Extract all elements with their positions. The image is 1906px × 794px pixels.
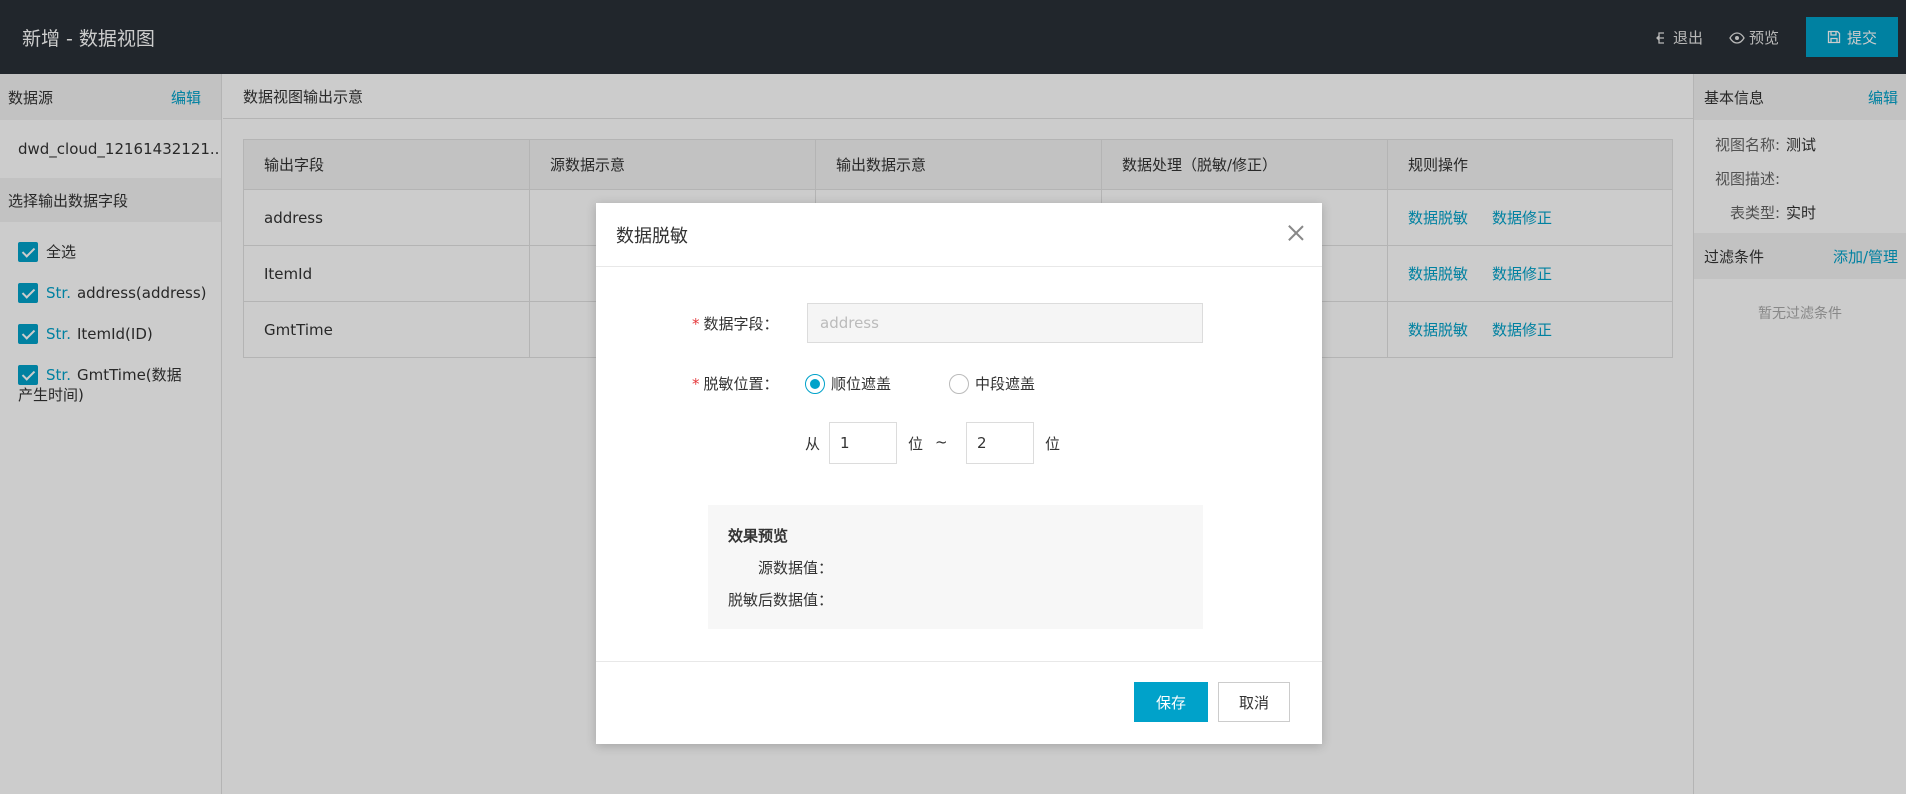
data-field-input[interactable]: address [807,303,1203,343]
field-label: * 数据字段： [692,313,779,334]
radio-middle-mask[interactable]: 中段遮盖 [949,373,1035,394]
mask-dialog: 数据脱敏 * 数据字段： address * 脱敏位置： 顺位遮盖 中段遮盖 从 1… [596,203,1322,744]
source-value-label: 源数据值： [758,559,834,577]
close-icon[interactable] [1286,223,1306,243]
from-input[interactable]: 1 [829,422,897,464]
position-label: * 脱敏位置： [692,373,779,394]
radio-unchecked-icon[interactable] [949,373,969,394]
preview-title: 效果预览 [728,527,789,545]
position-label-text: 脱敏位置： [703,375,779,393]
radio-prefix-mask[interactable]: 顺位遮盖 [805,373,891,394]
preview-box: 效果预览 源数据值： 脱敏后数据值： [708,505,1203,629]
dialog-title: 数据脱敏 [616,225,688,247]
radio-middle-label: 中段遮盖 [975,375,1036,393]
dialog-header: 数据脱敏 [596,203,1322,267]
cancel-button[interactable]: 取消 [1218,682,1290,722]
from-label: 从 [805,435,821,453]
range-tilde: ~ [935,433,948,451]
field-label-text: 数据字段： [703,315,779,333]
masked-value-label: 脱敏后数据值： [728,591,834,609]
required-mark: * [692,375,700,393]
radio-prefix-label: 顺位遮盖 [831,375,892,393]
to-input[interactable]: 2 [966,422,1034,464]
radio-checked-icon[interactable] [805,373,825,394]
unit-label: 位 [1045,435,1061,453]
save-button[interactable]: 保存 [1134,682,1208,722]
unit-label: 位 [908,435,924,453]
required-mark: * [692,315,700,333]
dialog-footer: 保存 取消 [596,661,1322,744]
